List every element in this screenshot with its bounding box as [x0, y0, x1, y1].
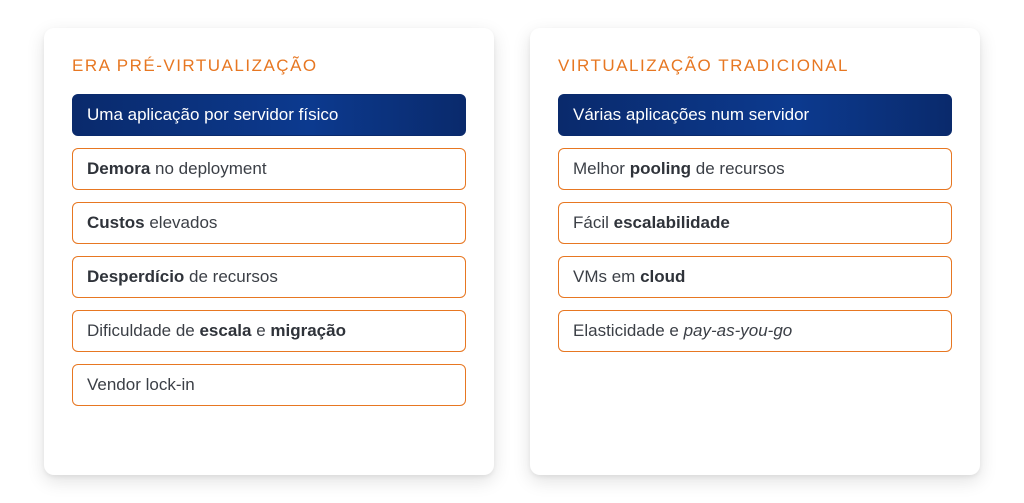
card-traditional-virtualization: VIRTUALIZAÇÃO TRADICIONAL Várias aplicaç… — [530, 28, 980, 475]
list-item: Elasticidade e pay-as-you-go — [558, 310, 952, 352]
list-item: Vendor lock-in — [72, 364, 466, 406]
card-title-traditional-virtualization: VIRTUALIZAÇÃO TRADICIONAL — [558, 56, 952, 76]
list-item: Fácil escalabilidade — [558, 202, 952, 244]
item-list-pre-virtualization: Uma aplicação por servidor físico Demora … — [72, 94, 466, 406]
list-item: Desperdício de recursos — [72, 256, 466, 298]
list-item: VMs em cloud — [558, 256, 952, 298]
card-title-pre-virtualization: ERA PRÉ-VIRTUALIZAÇÃO — [72, 56, 466, 76]
list-item: Demora no deployment — [72, 148, 466, 190]
list-item: Várias aplicações num servidor — [558, 94, 952, 136]
list-item: Custos elevados — [72, 202, 466, 244]
list-item: Dificuldade de escala e migração — [72, 310, 466, 352]
list-item: Melhor pooling de recursos — [558, 148, 952, 190]
card-pre-virtualization: ERA PRÉ-VIRTUALIZAÇÃO Uma aplicação por … — [44, 28, 494, 475]
list-item: Uma aplicação por servidor físico — [72, 94, 466, 136]
item-list-traditional-virtualization: Várias aplicações num servidor Melhor poo… — [558, 94, 952, 352]
